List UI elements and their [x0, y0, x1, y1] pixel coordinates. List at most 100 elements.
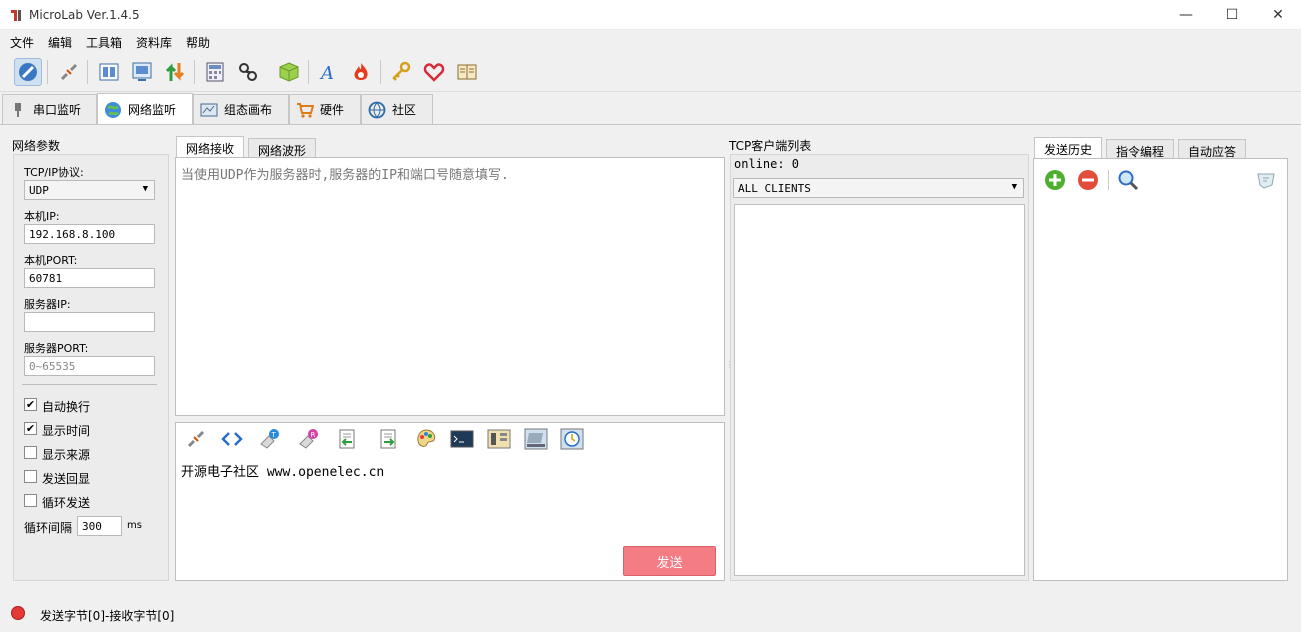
toolbar-separator — [1108, 170, 1109, 190]
client-list-title: TCP客户端列表 — [729, 139, 812, 153]
svg-text:R: R — [311, 431, 316, 439]
receive-hint: 当使用UDP作为服务器时,服务器的IP和端口号随意填写. — [181, 168, 509, 183]
eraser-t-icon[interactable]: T — [257, 427, 281, 451]
tab-serial-monitor[interactable]: 串口监听 — [2, 94, 97, 124]
close-button[interactable]: ✕ — [1255, 0, 1301, 30]
canvas-icon — [200, 101, 218, 119]
menu-library[interactable]: 资料库 — [136, 34, 172, 51]
toolbar: A — [0, 52, 1301, 92]
clock-icon[interactable] — [560, 427, 584, 451]
show-source-checkbox[interactable] — [24, 446, 37, 459]
send-echo-checkbox[interactable] — [24, 470, 37, 483]
tab-command-programming[interactable]: 指令编程 — [1106, 139, 1175, 159]
show-time-checkbox[interactable]: ✔ — [24, 422, 37, 435]
menu-file[interactable]: 文件 — [10, 34, 34, 51]
client-list[interactable] — [734, 204, 1025, 576]
device-icon[interactable] — [524, 427, 548, 451]
server-port-label: 服务器PORT: — [24, 342, 89, 355]
connect-icon[interactable] — [14, 58, 42, 86]
app-logo-icon — [8, 7, 24, 23]
main-tabs: 串口监听 网络监听 组态画布 硬件 社区 — [0, 93, 1301, 125]
status-text: 发送字节[0]-接收字节[0] — [40, 609, 175, 623]
package-icon[interactable] — [275, 58, 303, 86]
interval-field[interactable]: 300 — [77, 516, 122, 536]
font-icon[interactable]: A — [315, 58, 343, 86]
add-icon[interactable] — [1043, 168, 1067, 192]
interval-unit: ms — [127, 520, 142, 531]
chevron-down-icon: ▼ — [142, 184, 148, 194]
tab-label: 组态画布 — [224, 103, 273, 117]
book-icon[interactable] — [453, 58, 481, 86]
local-port-field[interactable]: 60781 — [24, 268, 155, 288]
tab-label: 硬件 — [320, 103, 345, 117]
menu-edit[interactable]: 编辑 — [48, 34, 72, 51]
client-select[interactable]: ALL CLIENTS ▼ — [733, 178, 1024, 198]
divider — [22, 384, 157, 385]
eraser-icon[interactable] — [1254, 168, 1278, 192]
history-list[interactable] — [1036, 200, 1285, 578]
protocol-label: TCP/IP协议: — [24, 166, 84, 179]
svg-text:A: A — [319, 63, 334, 83]
send-textarea[interactable]: 开源电子社区 www.openelec.cn — [181, 461, 384, 480]
key-icon[interactable] — [387, 58, 415, 86]
auto-wrap-label: 自动换行 — [42, 400, 91, 414]
protocol-select[interactable]: UDP ▼ — [24, 180, 155, 200]
import-icon[interactable] — [335, 427, 359, 451]
split-view-icon[interactable] — [95, 58, 123, 86]
send-echo-label: 发送回显 — [42, 472, 91, 486]
title-bar: MicroLab Ver.1.4.5 — ☐ ✕ — [0, 0, 1301, 30]
loop-send-checkbox[interactable] — [24, 494, 37, 507]
calculator-icon[interactable] — [201, 58, 229, 86]
local-ip-label: 本机IP: — [24, 210, 60, 223]
server-ip-field[interactable] — [24, 312, 155, 332]
plug-icon — [9, 101, 27, 119]
minimize-button[interactable]: — — [1163, 0, 1209, 30]
show-source-label: 显示来源 — [42, 448, 91, 462]
receive-textarea[interactable]: 当使用UDP作为服务器时,服务器的IP和端口号随意填写. — [175, 157, 725, 416]
tab-label: 串口监听 — [33, 103, 82, 117]
community-icon — [368, 101, 386, 119]
disconnect-icon[interactable] — [184, 427, 208, 451]
pliers-icon[interactable] — [234, 58, 262, 86]
disconnect-icon[interactable] — [55, 58, 83, 86]
tab-canvas[interactable]: 组态画布 — [193, 94, 289, 124]
menu-help[interactable]: 帮助 — [186, 34, 210, 51]
transfer-icon[interactable] — [161, 58, 189, 86]
palette-icon[interactable] — [414, 427, 438, 451]
svg-text:T: T — [271, 431, 277, 439]
terminal-icon[interactable] — [450, 427, 474, 451]
server-port-field[interactable]: 0~65535 — [24, 356, 155, 376]
section-title: 网络参数 — [12, 139, 61, 153]
flame-icon[interactable] — [347, 58, 375, 86]
tab-label: 社区 — [392, 103, 417, 117]
heart-icon[interactable] — [420, 58, 448, 86]
local-port-label: 本机PORT: — [24, 254, 78, 267]
tab-network-waveform[interactable]: 网络波形 — [248, 138, 317, 158]
cart-icon — [296, 101, 314, 119]
online-count: online: 0 — [734, 157, 800, 171]
status-led-icon — [11, 606, 25, 620]
show-time-label: 显示时间 — [42, 424, 91, 438]
maximize-button[interactable]: ☐ — [1209, 0, 1255, 30]
tab-community[interactable]: 社区 — [361, 94, 433, 124]
tab-auto-reply[interactable]: 自动应答 — [1178, 139, 1247, 159]
send-button[interactable]: 发送 — [623, 546, 716, 576]
columns-icon[interactable] — [487, 427, 511, 451]
local-ip-field[interactable]: 192.168.8.100 — [24, 224, 155, 244]
auto-wrap-checkbox[interactable]: ✔ — [24, 398, 37, 411]
tab-network-monitor[interactable]: 网络监听 — [97, 93, 193, 125]
loop-send-label: 循环发送 — [42, 496, 91, 510]
tab-network-receive[interactable]: 网络接收 — [176, 136, 245, 158]
interval-label: 循环间隔 — [24, 521, 73, 535]
eraser-r-icon[interactable]: R — [296, 427, 320, 451]
code-icon[interactable] — [220, 427, 244, 451]
search-icon[interactable] — [1116, 168, 1140, 192]
monitor-icon[interactable] — [128, 58, 156, 86]
menu-toolbox[interactable]: 工具箱 — [86, 34, 122, 51]
tab-hardware[interactable]: 硬件 — [289, 94, 361, 124]
export-icon[interactable] — [376, 427, 400, 451]
window-title: MicroLab Ver.1.4.5 — [29, 8, 140, 22]
tab-send-history[interactable]: 发送历史 — [1034, 137, 1103, 159]
remove-icon[interactable] — [1076, 168, 1100, 192]
tab-label: 网络监听 — [128, 103, 177, 117]
